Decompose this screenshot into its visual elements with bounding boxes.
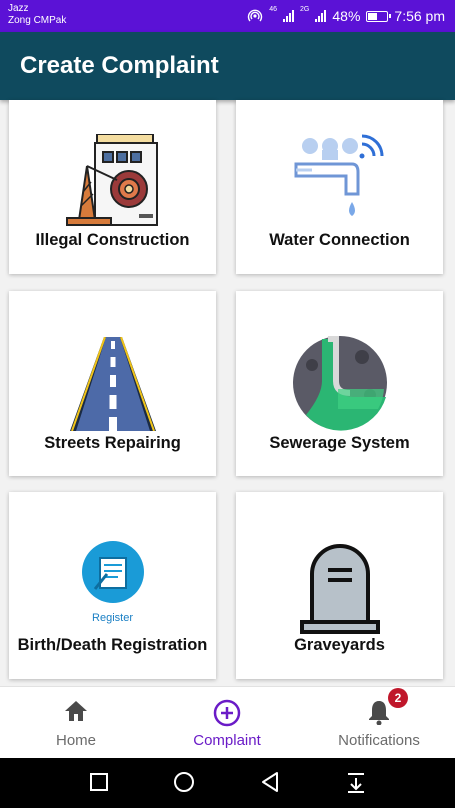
card-label: Graveyards bbox=[294, 636, 385, 654]
home-circle-icon[interactable] bbox=[173, 771, 195, 798]
nav-home-label: Home bbox=[55, 732, 96, 749]
register-document-icon: Register bbox=[73, 541, 153, 627]
bottom-nav: Home Complaint 2 Notifications bbox=[0, 686, 455, 758]
home-icon bbox=[63, 699, 89, 728]
carrier-line-2: Zong CMPak bbox=[8, 15, 67, 26]
water-tap-icon bbox=[292, 134, 388, 226]
card-water-connection[interactable]: Water Connection bbox=[236, 100, 443, 274]
page-title: Create Complaint bbox=[20, 52, 219, 79]
card-label: Water Connection bbox=[269, 231, 410, 249]
card-birth-death-registration[interactable]: Register Birth/Death Registration bbox=[9, 492, 216, 679]
carrier-info: Jazz Zong CMPak bbox=[8, 3, 66, 27]
battery-percent: 48% bbox=[332, 8, 361, 24]
tombstone-icon bbox=[299, 538, 380, 634]
signal-icon-1 bbox=[283, 10, 295, 22]
card-label: Birth/Death Registration bbox=[17, 636, 208, 654]
card-label: Streets Repairing bbox=[44, 434, 181, 452]
clock: 7:56 pm bbox=[394, 8, 445, 24]
nav-notifications[interactable]: 2 Notifications bbox=[320, 687, 438, 759]
register-caption: Register bbox=[92, 612, 133, 624]
app-bar: Create Complaint bbox=[0, 32, 455, 100]
status-indicators: 46 2G 48% 7:56 pm bbox=[247, 6, 445, 26]
network-type-1: 46 bbox=[269, 6, 278, 13]
nav-complaint[interactable]: Complaint bbox=[172, 687, 282, 759]
nav-complaint-label: Complaint bbox=[193, 732, 261, 749]
card-graveyards[interactable]: Graveyards bbox=[236, 492, 443, 679]
carrier-line-1: Jazz bbox=[8, 3, 29, 14]
signal-icon-2 bbox=[315, 10, 327, 22]
add-circle-icon bbox=[213, 699, 241, 732]
notification-shade-icon[interactable] bbox=[346, 771, 366, 798]
battery-fill bbox=[368, 12, 378, 20]
card-sewerage-system[interactable]: Sewerage System bbox=[236, 291, 443, 476]
network-type-2: 2G bbox=[300, 6, 310, 13]
sewerage-icon bbox=[292, 335, 388, 431]
back-triangle-icon[interactable] bbox=[260, 771, 280, 798]
bell-icon bbox=[367, 699, 391, 730]
card-label: Sewerage System bbox=[269, 434, 410, 452]
nav-home[interactable]: Home bbox=[30, 687, 122, 759]
recent-apps-square-icon[interactable] bbox=[89, 771, 109, 798]
construction-building-icon bbox=[65, 133, 161, 226]
nav-notifications-label: Notifications bbox=[338, 732, 420, 749]
battery-icon bbox=[366, 10, 392, 22]
card-streets-repairing[interactable]: Streets Repairing bbox=[9, 291, 216, 476]
card-label: Illegal Construction bbox=[35, 231, 190, 249]
status-bar: Jazz Zong CMPak 46 2G 48% 7:56 pm bbox=[0, 0, 455, 32]
hotspot-icon bbox=[247, 8, 263, 25]
notification-badge: 2 bbox=[388, 688, 408, 708]
road-icon bbox=[66, 336, 160, 432]
card-illegal-construction[interactable]: Illegal Construction bbox=[9, 100, 216, 274]
system-nav-bar bbox=[0, 758, 455, 808]
